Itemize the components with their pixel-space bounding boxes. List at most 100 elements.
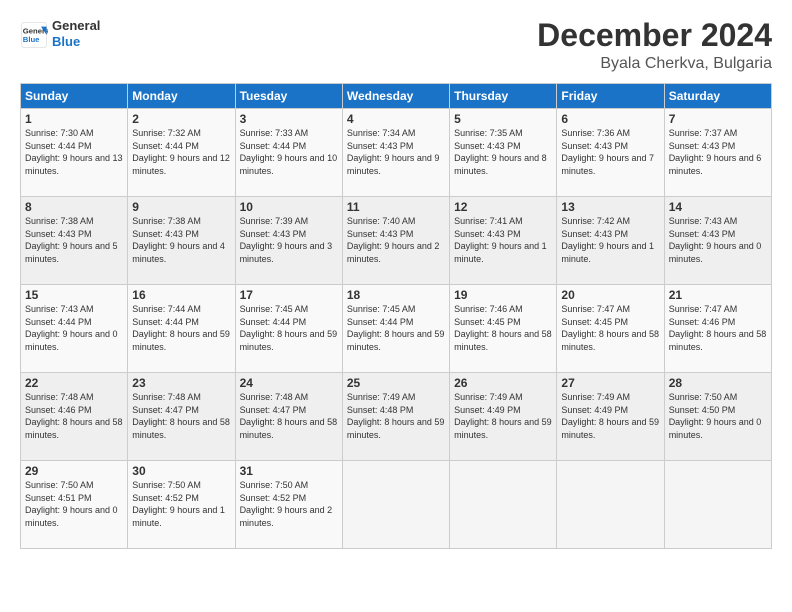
sunset-label: Sunset: 4:44 PM: [132, 141, 199, 151]
table-row: 25 Sunrise: 7:49 AM Sunset: 4:48 PM Dayl…: [342, 373, 449, 461]
sunrise-label: Sunrise: 7:38 AM: [132, 216, 201, 226]
sunrise-label: Sunrise: 7:48 AM: [132, 392, 201, 402]
day-number: 20: [561, 288, 659, 302]
daylight-label: Daylight: 9 hours and 5 minutes.: [25, 241, 118, 264]
day-number: 30: [132, 464, 230, 478]
daylight-label: Daylight: 8 hours and 59 minutes.: [240, 329, 338, 352]
daylight-label: Daylight: 9 hours and 0 minutes.: [25, 329, 118, 352]
day-number: 27: [561, 376, 659, 390]
day-number: 12: [454, 200, 552, 214]
table-row: 18 Sunrise: 7:45 AM Sunset: 4:44 PM Dayl…: [342, 285, 449, 373]
sunset-label: Sunset: 4:43 PM: [669, 141, 736, 151]
day-number: 26: [454, 376, 552, 390]
table-row: 7 Sunrise: 7:37 AM Sunset: 4:43 PM Dayli…: [664, 109, 771, 197]
daylight-label: Daylight: 9 hours and 13 minutes.: [25, 153, 123, 176]
day-info: Sunrise: 7:49 AM Sunset: 4:49 PM Dayligh…: [454, 391, 552, 441]
sunset-label: Sunset: 4:44 PM: [25, 141, 92, 151]
sunrise-label: Sunrise: 7:48 AM: [240, 392, 309, 402]
table-row: 26 Sunrise: 7:49 AM Sunset: 4:49 PM Dayl…: [450, 373, 557, 461]
sunrise-label: Sunrise: 7:50 AM: [669, 392, 738, 402]
daylight-label: Daylight: 9 hours and 6 minutes.: [669, 153, 762, 176]
sunrise-label: Sunrise: 7:46 AM: [454, 304, 523, 314]
table-row: 4 Sunrise: 7:34 AM Sunset: 4:43 PM Dayli…: [342, 109, 449, 197]
day-info: Sunrise: 7:33 AM Sunset: 4:44 PM Dayligh…: [240, 127, 338, 177]
daylight-label: Daylight: 9 hours and 1 minute.: [561, 241, 654, 264]
calendar-week-row: 29 Sunrise: 7:50 AM Sunset: 4:51 PM Dayl…: [21, 461, 772, 549]
day-info: Sunrise: 7:47 AM Sunset: 4:45 PM Dayligh…: [561, 303, 659, 353]
day-info: Sunrise: 7:39 AM Sunset: 4:43 PM Dayligh…: [240, 215, 338, 265]
day-number: 14: [669, 200, 767, 214]
day-number: 2: [132, 112, 230, 126]
sunrise-label: Sunrise: 7:50 AM: [25, 480, 94, 490]
day-info: Sunrise: 7:38 AM Sunset: 4:43 PM Dayligh…: [132, 215, 230, 265]
table-row: 14 Sunrise: 7:43 AM Sunset: 4:43 PM Dayl…: [664, 197, 771, 285]
sunset-label: Sunset: 4:45 PM: [561, 317, 628, 327]
col-wednesday: Wednesday: [342, 84, 449, 109]
table-row: 1 Sunrise: 7:30 AM Sunset: 4:44 PM Dayli…: [21, 109, 128, 197]
daylight-label: Daylight: 8 hours and 59 minutes.: [454, 417, 552, 440]
day-info: Sunrise: 7:42 AM Sunset: 4:43 PM Dayligh…: [561, 215, 659, 265]
sunset-label: Sunset: 4:44 PM: [132, 317, 199, 327]
table-row: 8 Sunrise: 7:38 AM Sunset: 4:43 PM Dayli…: [21, 197, 128, 285]
sunset-label: Sunset: 4:47 PM: [132, 405, 199, 415]
col-sunday: Sunday: [21, 84, 128, 109]
day-number: 22: [25, 376, 123, 390]
svg-text:Blue: Blue: [23, 35, 40, 44]
header: General Blue General Blue December 2024 …: [20, 18, 772, 73]
col-thursday: Thursday: [450, 84, 557, 109]
daylight-label: Daylight: 9 hours and 1 minute.: [454, 241, 547, 264]
sunset-label: Sunset: 4:43 PM: [132, 229, 199, 239]
day-info: Sunrise: 7:40 AM Sunset: 4:43 PM Dayligh…: [347, 215, 445, 265]
sunset-label: Sunset: 4:43 PM: [561, 229, 628, 239]
sunset-label: Sunset: 4:44 PM: [240, 317, 307, 327]
day-info: Sunrise: 7:35 AM Sunset: 4:43 PM Dayligh…: [454, 127, 552, 177]
day-info: Sunrise: 7:43 AM Sunset: 4:43 PM Dayligh…: [669, 215, 767, 265]
sunrise-label: Sunrise: 7:48 AM: [25, 392, 94, 402]
table-row: 27 Sunrise: 7:49 AM Sunset: 4:49 PM Dayl…: [557, 373, 664, 461]
day-info: Sunrise: 7:38 AM Sunset: 4:43 PM Dayligh…: [25, 215, 123, 265]
sunrise-label: Sunrise: 7:35 AM: [454, 128, 523, 138]
table-row: 2 Sunrise: 7:32 AM Sunset: 4:44 PM Dayli…: [128, 109, 235, 197]
logo-line1: General: [52, 18, 100, 34]
day-info: Sunrise: 7:45 AM Sunset: 4:44 PM Dayligh…: [347, 303, 445, 353]
sunrise-label: Sunrise: 7:45 AM: [240, 304, 309, 314]
sunset-label: Sunset: 4:47 PM: [240, 405, 307, 415]
sunrise-label: Sunrise: 7:40 AM: [347, 216, 416, 226]
daylight-label: Daylight: 9 hours and 2 minutes.: [347, 241, 440, 264]
day-info: Sunrise: 7:50 AM Sunset: 4:51 PM Dayligh…: [25, 479, 123, 529]
day-info: Sunrise: 7:47 AM Sunset: 4:46 PM Dayligh…: [669, 303, 767, 353]
table-row: 28 Sunrise: 7:50 AM Sunset: 4:50 PM Dayl…: [664, 373, 771, 461]
daylight-label: Daylight: 8 hours and 58 minutes.: [25, 417, 123, 440]
sunrise-label: Sunrise: 7:49 AM: [561, 392, 630, 402]
page: General Blue General Blue December 2024 …: [0, 0, 792, 612]
day-info: Sunrise: 7:44 AM Sunset: 4:44 PM Dayligh…: [132, 303, 230, 353]
sunrise-label: Sunrise: 7:33 AM: [240, 128, 309, 138]
sunset-label: Sunset: 4:46 PM: [669, 317, 736, 327]
sunset-label: Sunset: 4:49 PM: [454, 405, 521, 415]
day-number: 15: [25, 288, 123, 302]
sunrise-label: Sunrise: 7:39 AM: [240, 216, 309, 226]
sunrise-label: Sunrise: 7:36 AM: [561, 128, 630, 138]
sunrise-label: Sunrise: 7:47 AM: [561, 304, 630, 314]
day-info: Sunrise: 7:46 AM Sunset: 4:45 PM Dayligh…: [454, 303, 552, 353]
sunset-label: Sunset: 4:43 PM: [561, 141, 628, 151]
day-number: 21: [669, 288, 767, 302]
calendar-week-row: 15 Sunrise: 7:43 AM Sunset: 4:44 PM Dayl…: [21, 285, 772, 373]
day-number: 6: [561, 112, 659, 126]
calendar-week-row: 22 Sunrise: 7:48 AM Sunset: 4:46 PM Dayl…: [21, 373, 772, 461]
day-info: Sunrise: 7:50 AM Sunset: 4:50 PM Dayligh…: [669, 391, 767, 441]
daylight-label: Daylight: 8 hours and 59 minutes.: [561, 417, 659, 440]
daylight-label: Daylight: 8 hours and 58 minutes.: [669, 329, 767, 352]
daylight-label: Daylight: 9 hours and 12 minutes.: [132, 153, 230, 176]
sunrise-label: Sunrise: 7:42 AM: [561, 216, 630, 226]
title-section: December 2024 Byala Cherkva, Bulgaria: [537, 18, 772, 73]
daylight-label: Daylight: 8 hours and 58 minutes.: [454, 329, 552, 352]
table-row: 20 Sunrise: 7:47 AM Sunset: 4:45 PM Dayl…: [557, 285, 664, 373]
sunrise-label: Sunrise: 7:41 AM: [454, 216, 523, 226]
sunset-label: Sunset: 4:52 PM: [132, 493, 199, 503]
table-row: 19 Sunrise: 7:46 AM Sunset: 4:45 PM Dayl…: [450, 285, 557, 373]
sunset-label: Sunset: 4:50 PM: [669, 405, 736, 415]
day-info: Sunrise: 7:49 AM Sunset: 4:48 PM Dayligh…: [347, 391, 445, 441]
daylight-label: Daylight: 9 hours and 10 minutes.: [240, 153, 338, 176]
location-title: Byala Cherkva, Bulgaria: [537, 55, 772, 73]
